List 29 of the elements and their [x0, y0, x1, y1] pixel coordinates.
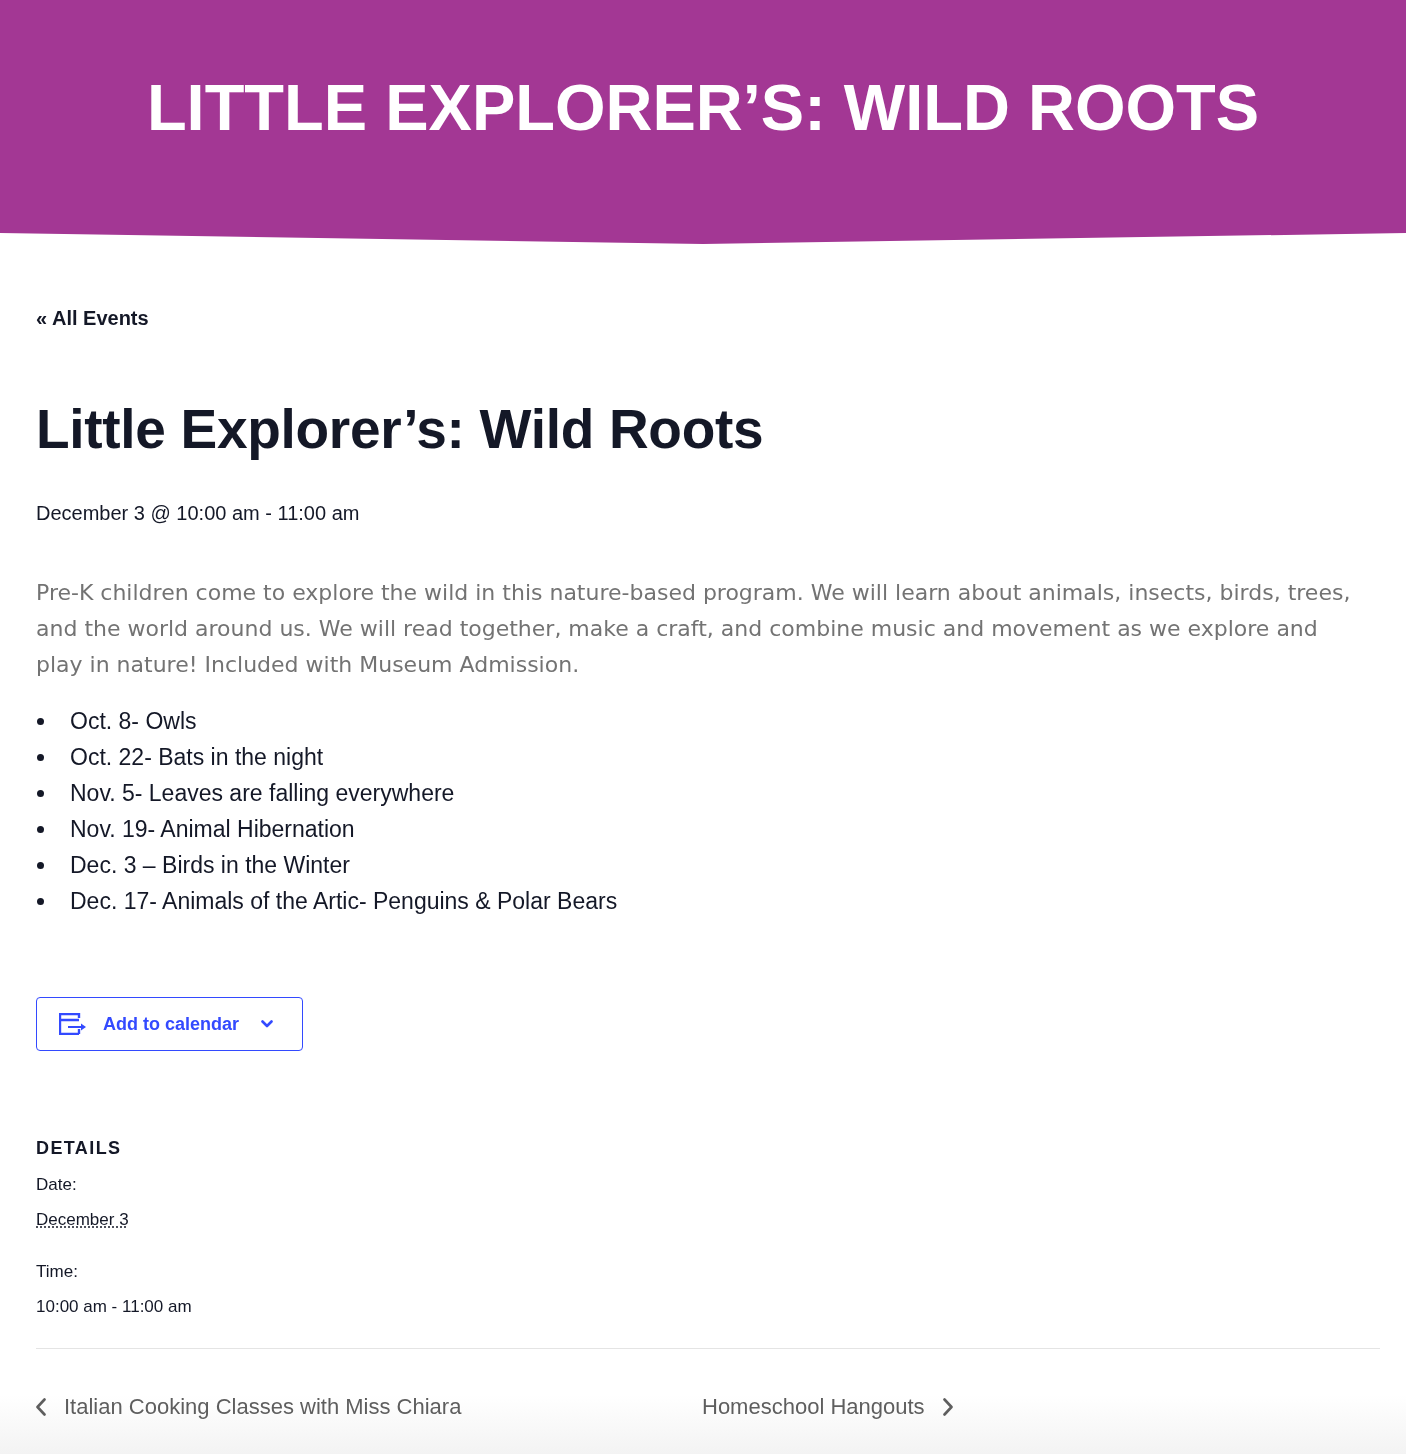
bullet-icon — [37, 753, 44, 761]
detail-value: December 3 — [36, 1210, 129, 1229]
next-event-link[interactable]: Homeschool Hangouts — [702, 1393, 953, 1421]
calendar-export-icon — [59, 1013, 87, 1035]
banner-title: LITTLE EXPLORER’S: WILD ROOTS — [146, 70, 1260, 146]
details-heading: DETAILS — [36, 1137, 123, 1159]
detail-value: 10:00 am - 11:00 am — [36, 1297, 193, 1317]
chevron-right-icon — [942, 1398, 953, 1416]
bullet-icon — [37, 789, 44, 797]
bullet-icon — [37, 825, 44, 833]
previous-event-link[interactable]: Italian Cooking Classes with Miss Chiara — [36, 1393, 462, 1421]
schedule-item: Dec. 17- Animals of the Artic- Penguins & Polar Bears — [70, 887, 618, 916]
chevron-left-icon — [36, 1398, 46, 1416]
chevron-down-icon — [261, 1020, 274, 1028]
bullet-icon — [37, 861, 44, 869]
schedule-item: Dec. 3 – Birds in the Winter — [70, 851, 350, 880]
bullet-icon — [37, 897, 44, 905]
add-to-calendar-button[interactable]: Add to calendar — [36, 997, 303, 1051]
schedule-item: Oct. 22- Bats in the night — [70, 743, 324, 772]
event-datetime: December 3 @ 10:00 am - 11:00 am — [36, 501, 361, 525]
detail-label: Time: — [36, 1262, 79, 1282]
all-events-link[interactable]: « All Events — [36, 306, 149, 330]
schedule-item: Nov. 5- Leaves are falling everywhere — [70, 779, 455, 808]
event-title: Little Explorer’s: Wild Roots — [36, 397, 765, 461]
schedule-item: Nov. 19- Animal Hibernation — [70, 815, 355, 844]
schedule-item: Oct. 8- Owls — [70, 707, 197, 736]
detail-label: Date: — [36, 1175, 78, 1195]
event-description: Pre-K children come to explore the wild in this nature-based program. We will learn about animals, insects, birds, trees, and the world around us. We will read together, make a craft, and combine music and movement as we explore and play in nature! Included with Museum Admission. — [36, 579, 1352, 679]
bullet-icon — [37, 717, 44, 725]
